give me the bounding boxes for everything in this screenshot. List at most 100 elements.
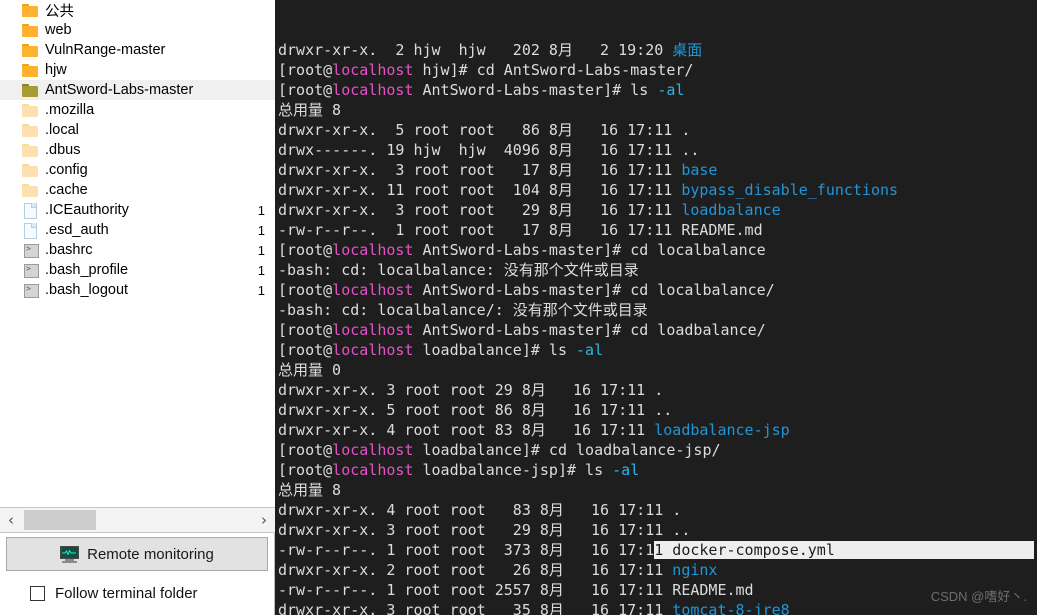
terminal-text: localhost [332, 281, 414, 299]
file-size: 1 [257, 282, 265, 298]
script-icon [22, 262, 39, 278]
follow-terminal-folder-checkbox[interactable] [30, 585, 45, 601]
terminal-line: 总用量 8 [278, 100, 1037, 120]
terminal-text: 总用量 0 [278, 361, 342, 379]
scroll-left-arrow-icon[interactable]: ‹ [0, 508, 22, 532]
terminal-text: -al [612, 461, 640, 479]
follow-terminal-folder-row[interactable]: Follow terminal folder [0, 571, 274, 615]
terminal-text: nginx [672, 561, 718, 579]
terminal-text: drwxr-xr-x. 3 root root 29 8月 16 17:11 .… [278, 521, 691, 539]
file-row[interactable]: .bashrc 1 [0, 240, 275, 260]
terminal-text: AntSword-Labs-master]# cd localbalance/ [413, 281, 775, 299]
file-row[interactable]: AntSword-Labs-master [0, 80, 275, 100]
terminal-text: [root@ [278, 341, 333, 359]
file-row[interactable]: .mozilla [0, 100, 275, 120]
terminal-text: localhost [332, 341, 414, 359]
terminal-text: localhost [332, 81, 414, 99]
file-size: 1 [257, 222, 265, 238]
file-name: .config [45, 162, 88, 178]
file-row[interactable]: .ICEauthority 1 [0, 200, 275, 220]
terminal-text: [root@ [278, 281, 333, 299]
terminal-text: -bash: cd: localbalance/: 没有那个文件或目录 [278, 301, 648, 319]
terminal-text: localhost [332, 441, 414, 459]
file-name: hjw [45, 62, 67, 78]
terminal-selected-text: 1 docker-compose.yml [654, 541, 1034, 559]
file-row[interactable]: .dbus [0, 140, 275, 160]
file-name: .ICEauthority [45, 202, 129, 218]
folder-icon [22, 43, 39, 57]
terminal-text: -al [657, 81, 685, 99]
terminal-output[interactable]: drwxr-xr-x. 2 hjw hjw 202 8月 2 19:20 桌面 [… [275, 0, 1037, 615]
file-row[interactable]: .bash_logout 1 [0, 280, 275, 300]
scroll-right-arrow-icon[interactable]: › [253, 508, 275, 532]
terminal-text: drwxr-xr-x. 3 root root 29 8月 16 17:11 . [278, 381, 664, 399]
terminal-line: 总用量 8 [278, 480, 1037, 500]
terminal-line: -rw-r--r--. 1 root root 17 8月 16 17:11 R… [278, 220, 1037, 240]
file-size: 1 [257, 202, 265, 218]
terminal-text: -rw-r--r--. 1 root root 17 8月 16 17:11 R… [278, 221, 763, 239]
file-row[interactable]: .config [0, 160, 275, 180]
terminal-text: drwxr-xr-x. 3 root root 35 8月 16 17:11 [278, 601, 673, 615]
folder-icon [22, 123, 39, 137]
terminal-line: drwxr-xr-x. 3 root root 17 8月 16 17:11 b… [278, 160, 1037, 180]
terminal-text: loadbalance-jsp [654, 421, 790, 439]
terminal-line: [root@localhost AntSword-Labs-master]# c… [278, 320, 1037, 340]
terminal-text: 总用量 8 [278, 481, 342, 499]
terminal-text: -bash: cd: localbalance: 没有那个文件或目录 [278, 261, 639, 279]
file-size: 1 [257, 242, 265, 258]
remote-monitoring-label: Remote monitoring [87, 545, 214, 563]
terminal-text: [root@ [278, 81, 333, 99]
terminal-line: [root@localhost loadbalance-jsp]# ls -al [278, 460, 1037, 480]
terminal-text: drwxr-xr-x. 11 root root 104 8月 16 17:11 [278, 181, 682, 199]
terminal-text: loadbalance]# ls [413, 341, 577, 359]
terminal-text: localhost [332, 461, 414, 479]
file-row[interactable]: .cache [0, 180, 275, 200]
file-name: .bashrc [45, 242, 93, 258]
file-name: .cache [45, 182, 88, 198]
file-list-horizontal-scrollbar[interactable]: ‹ › [0, 507, 275, 533]
terminal-text: loadbalance-jsp]# ls [413, 461, 613, 479]
terminal-lines: drwxr-xr-x. 2 hjw hjw 202 8月 2 19:20 桌面 [… [278, 40, 1037, 615]
terminal-line: [root@localhost loadbalance]# ls -al [278, 340, 1037, 360]
terminal-text: drwxr-xr-x. 2 hjw hjw 202 8月 2 19:20 [278, 41, 673, 59]
terminal-line: [root@localhost AntSword-Labs-master]# c… [278, 280, 1037, 300]
terminal-text: loadbalance [681, 201, 781, 219]
terminal-text: drwxr-xr-x. 3 root root 29 8月 16 17:11 [278, 201, 682, 219]
file-row[interactable]: 公共 [0, 0, 275, 20]
file-row[interactable]: web [0, 20, 275, 40]
file-row[interactable]: .esd_auth 1 [0, 220, 275, 240]
terminal-text: [root@ [278, 441, 333, 459]
file-name: .dbus [45, 142, 81, 158]
hscroll-track[interactable] [22, 508, 253, 532]
terminal-line: [root@localhost loadbalance]# cd loadbal… [278, 440, 1037, 460]
terminal-text: hjw]# cd AntSword-Labs-master/ [413, 61, 694, 79]
terminal-text: -al [576, 341, 604, 359]
terminal-line: 总用量 0 [278, 360, 1037, 380]
terminal-line: drwxr-xr-x. 3 root root 29 8月 16 17:11 . [278, 380, 1037, 400]
terminal-line: -rw-r--r--. 1 root root 373 8月 16 17:11 … [278, 540, 1037, 560]
terminal-text: drwxr-xr-x. 5 root root 86 8月 16 17:11 . [278, 121, 691, 139]
file-row[interactable]: VulnRange-master [0, 40, 275, 60]
terminal-text: base [681, 161, 718, 179]
file-name: VulnRange-master [45, 42, 166, 58]
terminal-line: -bash: cd: localbalance: 没有那个文件或目录 [278, 260, 1037, 280]
folder-icon [22, 183, 39, 197]
file-size: 1 [257, 262, 265, 278]
file-list[interactable]: 公共 web VulnRange-master hjw AntSword-Labs-ma… [0, 0, 275, 507]
terminal-text: [root@ [278, 241, 333, 259]
terminal-text: localhost [332, 241, 414, 259]
terminal-text: drwxr-xr-x. 2 root root 26 8月 16 17:11 [278, 561, 673, 579]
terminal-text: drwxr-xr-x. 5 root root 86 8月 16 17:11 .… [278, 401, 673, 419]
hscroll-thumb[interactable] [24, 510, 96, 530]
terminal-line: drwxr-xr-x. 2 hjw hjw 202 8月 2 19:20 桌面 [278, 40, 1037, 60]
terminal-line: drwxr-xr-x. 11 root root 104 8月 16 17:11… [278, 180, 1037, 200]
file-row[interactable]: hjw [0, 60, 275, 80]
folder-icon [22, 143, 39, 157]
folder-icon [22, 63, 39, 77]
terminal-line: drwxr-xr-x. 3 root root 35 8月 16 17:11 t… [278, 600, 1037, 615]
terminal-line: [root@localhost AntSword-Labs-master]# l… [278, 80, 1037, 100]
file-row[interactable]: .bash_profile 1 [0, 260, 275, 280]
remote-monitoring-button[interactable]: Remote monitoring [6, 537, 268, 571]
file-row[interactable]: .local [0, 120, 275, 140]
terminal-text: [root@ [278, 321, 333, 339]
